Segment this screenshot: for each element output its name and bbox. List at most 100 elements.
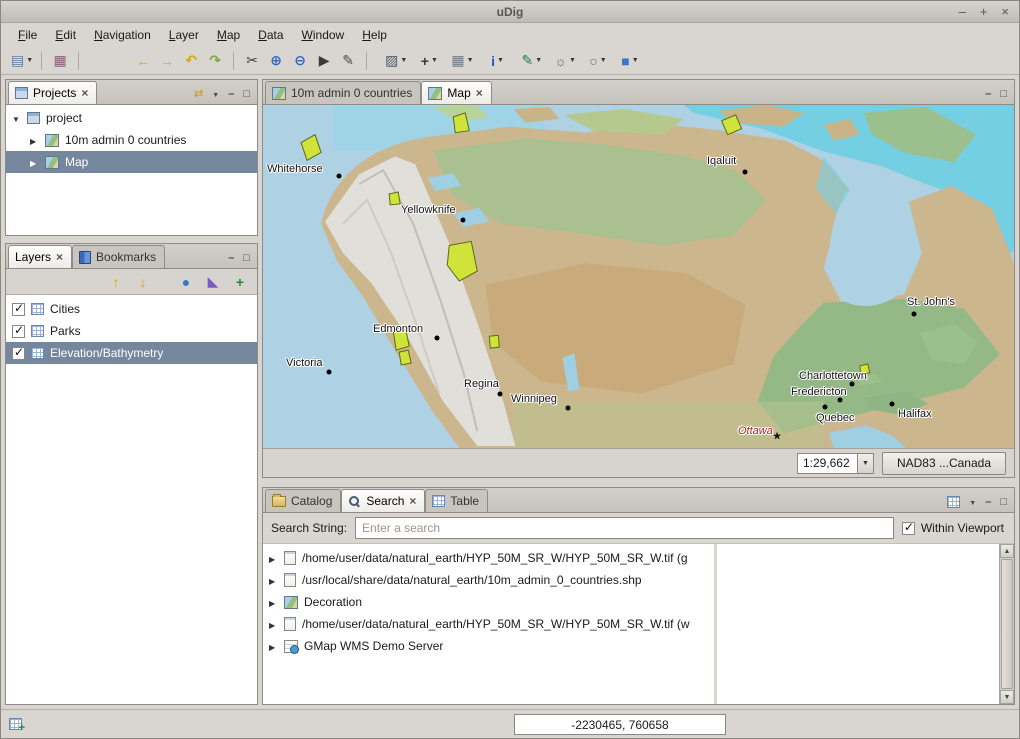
scroll-thumb[interactable] <box>1001 559 1013 689</box>
zoom-in-button[interactable]: ⊕ <box>264 50 288 72</box>
expand-arrow-icon[interactable] <box>30 133 39 147</box>
maximize-window-button[interactable]: + <box>980 4 988 19</box>
tab-search[interactable]: Search <box>341 489 425 513</box>
project-item-map[interactable]: Map <box>6 151 257 173</box>
expand-arrow-icon[interactable] <box>269 595 278 609</box>
expand-arrow-icon[interactable] <box>269 639 278 653</box>
maximize-view-button[interactable] <box>1000 497 1007 508</box>
collapse-arrow-icon[interactable] <box>12 111 21 125</box>
search-result-row[interactable]: GMap WMS Demo Server <box>263 635 714 657</box>
close-tab-icon[interactable] <box>56 250 63 264</box>
map-canvas[interactable]: WhitehorseYellowknifeIqaluitEdmontonVict… <box>263 105 1014 449</box>
dropdown-arrow-icon[interactable]: ▼ <box>467 57 474 64</box>
layer-row-parks[interactable]: Parks <box>6 320 257 342</box>
view-menu-dropdown[interactable] <box>212 89 219 100</box>
tab-map-editor[interactable]: Map <box>421 81 491 105</box>
dropdown-arrow-icon[interactable]: ▼ <box>26 57 33 64</box>
search-input[interactable] <box>355 517 894 539</box>
project-root-row[interactable]: project <box>6 107 257 129</box>
tab-countries-editor[interactable]: 10m admin 0 countries <box>265 81 421 105</box>
scroll-down-button[interactable]: ▼ <box>1000 690 1014 704</box>
table-options-button[interactable] <box>947 496 960 508</box>
search-result-row[interactable]: /usr/local/share/data/natural_earth/10m_… <box>263 569 714 591</box>
menu-window[interactable]: Window <box>293 25 354 45</box>
dropdown-arrow-icon[interactable]: ▼ <box>431 57 438 64</box>
layer-checkbox[interactable] <box>12 303 25 316</box>
measure-dropdown[interactable]: ✎▼ <box>520 50 545 72</box>
close-tab-icon[interactable] <box>409 494 416 508</box>
pencil-button[interactable]: ✎ <box>336 50 360 72</box>
layer-style-dropdown[interactable]: ▨▼ <box>383 50 409 72</box>
close-tab-icon[interactable] <box>476 86 483 100</box>
minimize-view-button[interactable] <box>228 89 234 100</box>
back-button[interactable]: ← <box>131 50 155 72</box>
clip-button[interactable]: ✂ <box>240 50 264 72</box>
search-result-row[interactable]: /home/user/data/natural_earth/HYP_50M_SR… <box>263 547 714 569</box>
grid-dropdown[interactable]: ▦▼ <box>449 50 475 72</box>
scale-value[interactable]: 1:29,662 <box>797 453 857 474</box>
dropdown-arrow-icon[interactable]: ▼ <box>569 57 576 64</box>
search-result-row[interactable]: /home/user/data/natural_earth/HYP_50M_SR… <box>263 613 714 635</box>
editing-status-icon[interactable] <box>9 718 22 730</box>
forward-button[interactable]: → <box>155 50 179 72</box>
minimize-window-button[interactable]: – <box>959 4 966 19</box>
zoom-to-layer-button[interactable]: ● <box>174 271 198 293</box>
project-item-countries[interactable]: 10m admin 0 countries <box>6 129 257 151</box>
minimize-view-button[interactable] <box>985 89 991 100</box>
scrollbar[interactable]: ▲ ▼ <box>999 544 1014 704</box>
layer-checkbox[interactable] <box>12 325 25 338</box>
move-layer-up-button[interactable]: ↑ <box>104 271 128 293</box>
scale-combo[interactable]: 1:29,662 ▼ <box>797 453 874 474</box>
move-layer-down-button[interactable]: ↓ <box>131 271 155 293</box>
close-tab-icon[interactable] <box>81 86 88 100</box>
layer-row-elevation[interactable]: Elevation/Bathymetry <box>6 342 257 364</box>
menu-data[interactable]: Data <box>249 25 292 45</box>
close-window-button[interactable]: × <box>1001 4 1009 19</box>
within-viewport-checkbox[interactable] <box>902 522 915 535</box>
layer-checkbox[interactable] <box>12 347 25 360</box>
layer-row-cities[interactable]: Cities <box>6 298 257 320</box>
style-editor-button[interactable]: ◣ <box>201 271 225 293</box>
minimize-view-button[interactable] <box>985 497 991 508</box>
tab-table[interactable]: Table <box>425 489 488 513</box>
search-result-row[interactable]: Decoration <box>263 591 714 613</box>
tab-catalog[interactable]: Catalog <box>265 489 341 513</box>
expand-arrow-icon[interactable] <box>269 551 278 565</box>
info-dropdown[interactable]: i▼ <box>486 50 510 72</box>
minimize-view-button[interactable] <box>228 253 234 264</box>
add-layer-button[interactable]: + <box>228 271 252 293</box>
link-editor-button[interactable]: ⇄ <box>194 89 203 100</box>
delete-tool-dropdown[interactable]: ○▼ <box>586 50 610 72</box>
menu-map[interactable]: Map <box>208 25 249 45</box>
maximize-view-button[interactable] <box>1000 89 1007 100</box>
feature-ops-dropdown[interactable]: ☼▼ <box>552 50 578 72</box>
dropdown-arrow-icon[interactable]: ▼ <box>535 57 542 64</box>
pan-button[interactable]: ▶ <box>312 50 336 72</box>
tab-projects[interactable]: Projects <box>8 81 97 105</box>
maximize-view-button[interactable] <box>243 89 250 100</box>
pan-tool-dropdown[interactable]: +▼ <box>417 50 441 72</box>
expand-arrow-icon[interactable] <box>30 155 39 169</box>
menu-help[interactable]: Help <box>353 25 396 45</box>
scroll-up-button[interactable]: ▲ <box>1000 544 1014 558</box>
dropdown-arrow-icon[interactable]: ▼ <box>400 57 407 64</box>
menu-file[interactable]: File <box>9 25 46 45</box>
scale-dropdown-icon[interactable]: ▼ <box>857 453 874 474</box>
view-menu-dropdown[interactable] <box>969 497 976 508</box>
menu-navigation[interactable]: Navigation <box>85 25 160 45</box>
zoom-next-button[interactable]: ↷ <box>203 50 227 72</box>
menu-layer[interactable]: Layer <box>160 25 208 45</box>
zoom-previous-button[interactable]: ↶ <box>179 50 203 72</box>
tab-bookmarks[interactable]: Bookmarks <box>72 245 165 269</box>
commit-button[interactable]: ▦ <box>48 50 72 72</box>
maximize-view-button[interactable] <box>243 253 250 264</box>
menu-edit[interactable]: Edit <box>46 25 85 45</box>
dropdown-arrow-icon[interactable]: ▼ <box>600 57 607 64</box>
expand-arrow-icon[interactable] <box>269 617 278 631</box>
dropdown-arrow-icon[interactable]: ▼ <box>632 57 639 64</box>
expand-arrow-icon[interactable] <box>269 573 278 587</box>
tab-layers[interactable]: Layers <box>8 245 72 269</box>
selection-dropdown[interactable]: ■▼ <box>618 50 642 72</box>
dropdown-arrow-icon[interactable]: ▼ <box>497 57 504 64</box>
crs-button[interactable]: NAD83 ...Canada <box>882 452 1006 475</box>
